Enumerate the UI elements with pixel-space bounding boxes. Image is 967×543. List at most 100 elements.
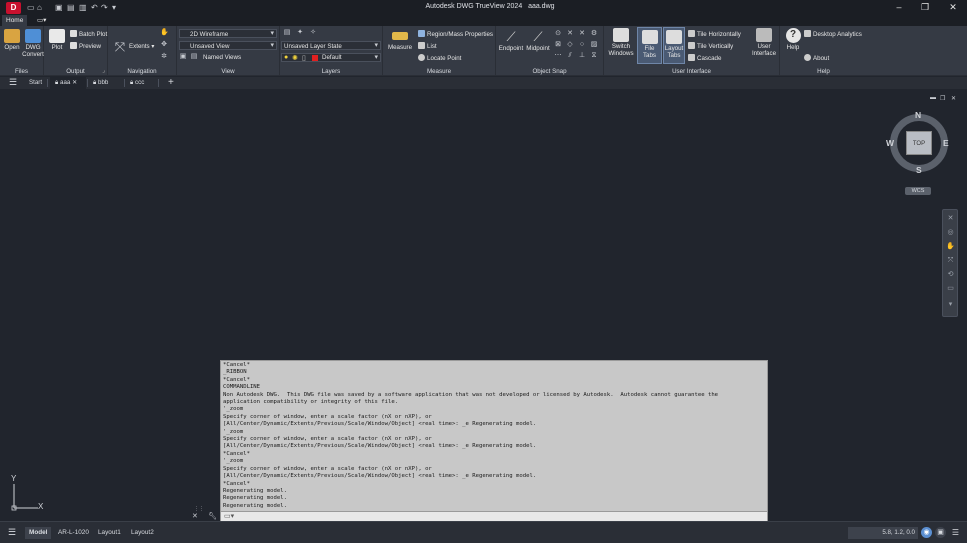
- print-preview-icon[interactable]: ▥: [79, 3, 87, 12]
- layer-state-dropdown[interactable]: Unsaved Layer State: [281, 41, 381, 50]
- status-menu-icon[interactable]: ☰: [4, 527, 20, 539]
- locate-point-button[interactable]: Locate Point: [418, 54, 461, 63]
- tab-minimize-ribbon[interactable]: ▭▾: [33, 15, 50, 26]
- folder-icon[interactable]: ⌂: [37, 3, 42, 12]
- snap-tangent-icon[interactable]: ○: [578, 41, 586, 49]
- snap-insertion-icon[interactable]: ▨: [590, 41, 598, 49]
- qat-menu-icon[interactable]: ▾: [112, 3, 116, 12]
- compass-west[interactable]: W: [886, 138, 894, 148]
- layout-tab-layout2[interactable]: Layout2: [127, 527, 158, 539]
- steering-wheel-icon[interactable]: ◎: [946, 228, 955, 237]
- batch-plot-button[interactable]: Batch Plot: [70, 30, 107, 39]
- file-tab-aaa[interactable]: 🔒︎ aaa ✕: [50, 77, 86, 89]
- compass-north[interactable]: N: [915, 110, 921, 120]
- undo-icon[interactable]: ↶: [91, 3, 98, 12]
- showmotion-icon[interactable]: ▭: [946, 284, 955, 293]
- snap-node-icon[interactable]: ⊠: [554, 41, 562, 49]
- dwg-convert-button[interactable]: DWG Convert: [21, 29, 45, 58]
- command-line-input[interactable]: ▭▾: [221, 511, 767, 521]
- orbit-icon[interactable]: ⟲: [946, 270, 955, 279]
- redo-icon[interactable]: ↷: [101, 3, 108, 12]
- desktop-analytics-button[interactable]: Desktop Analytics: [804, 30, 862, 39]
- minimize-icon[interactable]: –: [892, 2, 906, 12]
- midpoint-button[interactable]: ⟋ Midpoint: [524, 30, 552, 53]
- close-icon[interactable]: ✕: [946, 2, 960, 13]
- viewport-close-icon[interactable]: ✕: [951, 95, 956, 102]
- saved-view-dropdown[interactable]: Unsaved View: [179, 41, 277, 50]
- snap-quadrant-icon[interactable]: ◇: [566, 41, 574, 49]
- endpoint-button[interactable]: ⟋ Endpoint: [498, 30, 524, 53]
- navbar-customize-icon[interactable]: ▾: [946, 300, 955, 309]
- wcs-menu[interactable]: WCS: [905, 187, 931, 195]
- region-mass-properties-button[interactable]: Region/Mass Properties: [418, 30, 493, 39]
- preview-button[interactable]: Preview: [70, 42, 101, 51]
- snap-extension-icon[interactable]: ⋯: [554, 52, 562, 60]
- snap-nearest-icon[interactable]: ⧖: [590, 52, 598, 60]
- navbar-close-icon[interactable]: ✕: [946, 214, 955, 223]
- visual-style-dropdown[interactable]: 2D Wireframe: [179, 29, 277, 38]
- pan-icon[interactable]: ✋: [946, 242, 955, 251]
- list-button[interactable]: List: [418, 42, 437, 51]
- command-grip-icon[interactable]: ⋮⋮: [194, 506, 204, 512]
- layer-dropdown[interactable]: ● ✺ ▯ Default ▾: [281, 53, 381, 62]
- snap-parallel-icon[interactable]: ⫽: [566, 52, 574, 60]
- file-tabs-toggle[interactable]: File Tabs: [637, 27, 662, 64]
- command-close-icon[interactable]: ✕: [192, 512, 198, 520]
- tab-home[interactable]: Home: [2, 15, 28, 26]
- snap-settings-icon[interactable]: ⚙: [590, 30, 598, 38]
- layout-tab-model[interactable]: Model: [25, 527, 52, 539]
- snap-perpendicular-icon[interactable]: ⊥: [578, 52, 586, 60]
- help-button[interactable]: ? Help: [782, 28, 804, 51]
- layer-off-icon[interactable]: ✧: [309, 29, 317, 37]
- pan-icon[interactable]: ✋: [160, 29, 169, 37]
- command-window[interactable]: *Cancel* _RIBBON *Cancel* COMMANDLINE Non Au…: [220, 360, 768, 521]
- command-input-field[interactable]: [239, 512, 759, 521]
- zoom-extents-icon[interactable]: ⤧: [113, 40, 127, 54]
- layout-tabs-toggle[interactable]: Layout Tabs: [663, 27, 685, 64]
- tile-vertically-button[interactable]: Tile Vertically: [688, 42, 733, 51]
- layout-tab-ar-l-1020[interactable]: AR-L-1020: [54, 527, 93, 539]
- status-customize-icon[interactable]: ☰: [950, 527, 961, 538]
- save-as-icon[interactable]: ▣: [55, 3, 63, 12]
- compass-east[interactable]: E: [943, 138, 949, 148]
- layout-tab-layout1[interactable]: Layout1: [94, 527, 125, 539]
- restore-icon[interactable]: ❐: [918, 2, 932, 13]
- viewcube-top-face[interactable]: TOP: [906, 131, 932, 155]
- command-prompt-icon[interactable]: ▭▾: [224, 512, 234, 520]
- close-tab-icon[interactable]: ✕: [72, 80, 77, 86]
- snap-apparent-icon[interactable]: ✕: [578, 30, 586, 38]
- snap-intersection-icon[interactable]: ✕: [566, 30, 574, 38]
- named-views-button[interactable]: Named Views: [203, 53, 241, 62]
- steering-wheel-icon[interactable]: ✲: [160, 53, 168, 61]
- switch-windows-button[interactable]: Switch Windows: [607, 28, 635, 57]
- panel-expand-icon[interactable]: ⌟: [102, 67, 105, 74]
- new-tab-plus-icon[interactable]: +: [163, 77, 179, 89]
- about-button[interactable]: About: [804, 54, 829, 63]
- viewport-restore-icon[interactable]: ❐: [940, 95, 945, 102]
- command-customize-icon[interactable]: 🔧︎: [208, 512, 217, 520]
- print-icon[interactable]: ▤: [67, 3, 75, 12]
- navbar-toggle-icon[interactable]: ▤: [190, 53, 198, 61]
- file-tab-ccc[interactable]: 🔒︎ ccc: [125, 77, 149, 89]
- snap-center-icon[interactable]: ⊙: [554, 30, 562, 38]
- compass-south[interactable]: S: [916, 165, 922, 175]
- extents-dropdown[interactable]: Extents ▾: [129, 42, 154, 51]
- layer-isolate-icon[interactable]: ✦: [296, 29, 304, 37]
- orbit-icon[interactable]: ✥: [160, 41, 168, 49]
- clean-screen-icon[interactable]: ▣: [935, 527, 946, 538]
- app-logo[interactable]: D: [6, 2, 21, 14]
- measure-button[interactable]: Measure: [386, 32, 414, 51]
- cascade-button[interactable]: Cascade: [688, 54, 721, 63]
- viewcube-toggle-icon[interactable]: ▣: [179, 53, 187, 61]
- plot-button[interactable]: Plot: [45, 29, 69, 51]
- coordinates-display[interactable]: 5.8, 1.2, 0.0: [848, 527, 918, 539]
- viewcube[interactable]: TOP N S E W: [886, 110, 952, 176]
- layer-properties-icon[interactable]: ▤: [283, 29, 291, 37]
- hamburger-menu-icon[interactable]: ☰: [4, 77, 22, 89]
- file-tab-start[interactable]: Start: [24, 77, 47, 89]
- tile-horizontally-button[interactable]: Tile Horizontally: [688, 30, 741, 39]
- viewport-minimize-icon[interactable]: ▬: [930, 95, 936, 101]
- save-icon[interactable]: ▭: [27, 3, 35, 12]
- user-interface-button[interactable]: User Interface: [751, 28, 777, 57]
- file-tab-bbb[interactable]: 🔒︎ bbb: [88, 77, 113, 89]
